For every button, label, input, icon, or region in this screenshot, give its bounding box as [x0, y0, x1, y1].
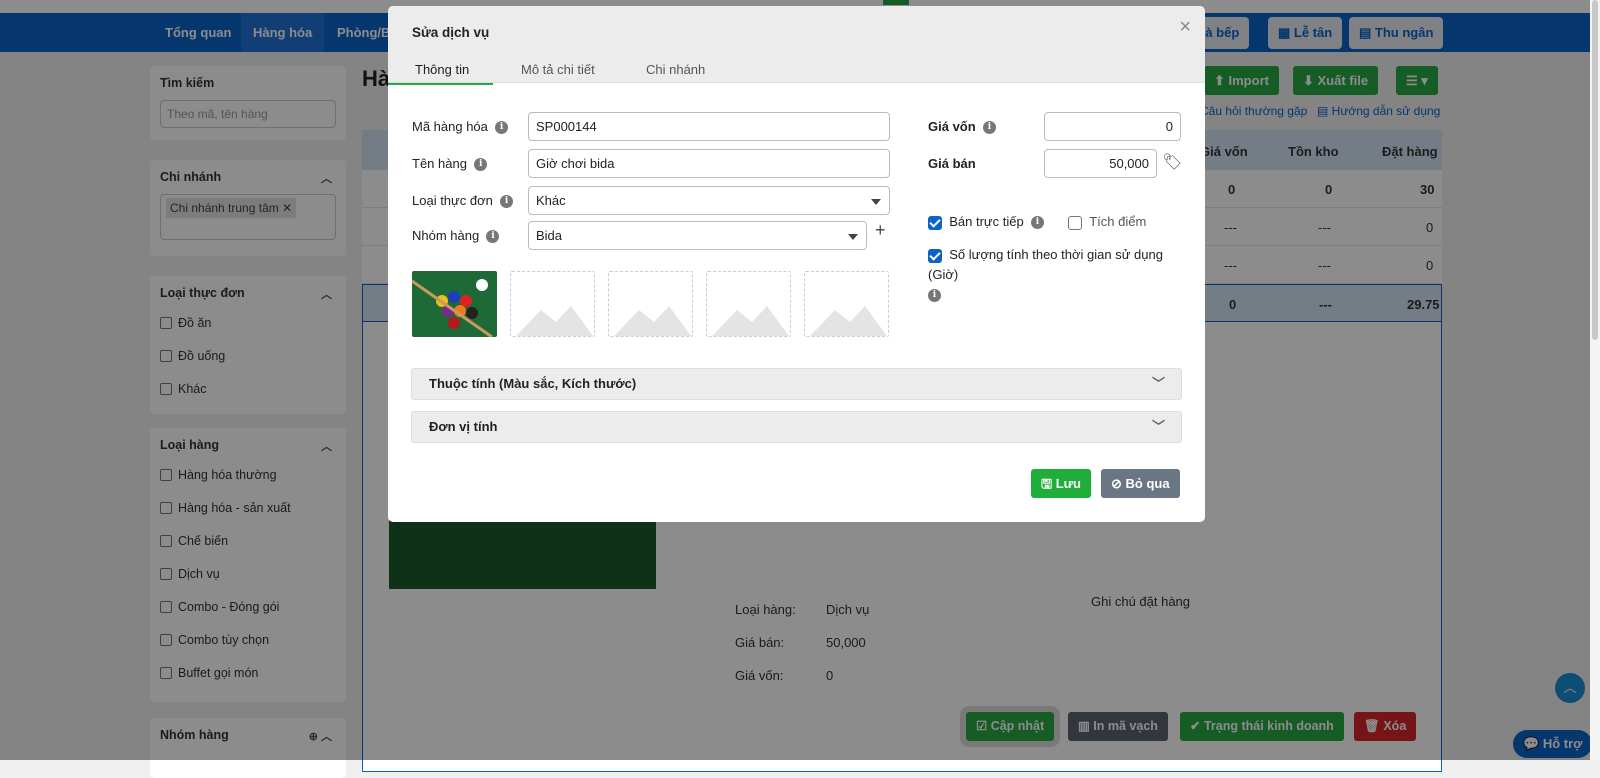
image-placeholder[interactable] [706, 271, 791, 337]
caret-down-icon [871, 199, 881, 205]
tab-info[interactable]: Thông tin [415, 62, 470, 85]
info-icon[interactable]: i [495, 121, 509, 135]
image-placeholder[interactable] [608, 271, 693, 337]
menu-type-label-text: Loại thực đơn [412, 193, 493, 208]
price-label: Giá bán [928, 156, 976, 171]
tab-branch[interactable]: Chi nhánh [646, 62, 705, 83]
save-icon: 🖫 [1041, 476, 1056, 491]
group-label: Nhóm hàng i [412, 228, 500, 244]
time-qty-label: Số lượng tính theo thời gian sử dụng (Gi… [928, 247, 1163, 282]
info-icon[interactable]: i [500, 195, 514, 209]
menu-type-select[interactable]: Khác [528, 186, 890, 215]
edit-service-dialog: Sửa dịch vụ × Thông tin Mô tả chi tiết C… [388, 6, 1205, 522]
add-group-icon[interactable]: + [875, 220, 886, 241]
image-placeholder[interactable] [510, 271, 595, 337]
mountain-icon [712, 306, 789, 336]
info-icon[interactable]: i [1030, 216, 1044, 230]
unit-title: Đơn vị tính [429, 419, 498, 434]
price-tag-icon[interactable]: 🏷 [1162, 152, 1182, 172]
checkbox-checked[interactable] [928, 215, 942, 230]
points-check[interactable]: Tích điểm [1068, 214, 1146, 230]
save-button[interactable]: 🖫 Lưu [1031, 469, 1091, 498]
save-label: Lưu [1055, 476, 1081, 491]
cost-input[interactable]: 0 [1044, 112, 1181, 141]
name-label: Tên hàng i [412, 156, 488, 172]
mountain-icon [614, 306, 691, 336]
cost-label-text: Giá vốn [928, 119, 976, 134]
image-placeholder[interactable] [804, 271, 889, 337]
service-image[interactable] [412, 271, 497, 337]
cost-label: Giá vốn i [928, 119, 996, 135]
time-qty-check[interactable]: Số lượng tính theo thời gian sử dụng (Gi… [928, 245, 1188, 305]
chevron-down-icon: ﹀ [1151, 376, 1165, 391]
name-label-text: Tên hàng [412, 156, 467, 171]
unit-section[interactable]: Đơn vị tính ﹀ [411, 411, 1182, 443]
direct-sale-check[interactable]: Bán trực tiếp i [928, 214, 1044, 230]
group-label-text: Nhóm hàng [412, 228, 480, 243]
chevron-down-icon: ﹀ [1151, 419, 1165, 434]
info-icon[interactable]: i [486, 230, 500, 244]
mountain-icon [516, 306, 593, 336]
mountain-icon [810, 306, 887, 336]
dialog-title: Sửa dịch vụ [412, 25, 490, 40]
group-value: Bida [536, 228, 563, 243]
code-input[interactable]: SP000144 [528, 112, 890, 141]
cancel-icon: ⊘ [1111, 476, 1126, 491]
cancel-button[interactable]: ⊘ Bỏ qua [1101, 469, 1180, 498]
scrollbar-thumb[interactable] [1592, 0, 1598, 340]
tab-underline [388, 83, 493, 85]
checkbox-checked[interactable] [928, 248, 942, 263]
cancel-label: Bỏ qua [1125, 476, 1170, 491]
points-label: Tích điểm [1089, 214, 1147, 229]
code-label-text: Mã hàng hóa [412, 119, 488, 134]
close-icon[interactable]: × [1179, 16, 1191, 39]
dialog-header: Sửa dịch vụ × Thông tin Mô tả chi tiết C… [388, 6, 1205, 85]
attributes-title: Thuộc tính (Màu sắc, Kích thước) [429, 376, 637, 391]
info-icon[interactable]: i [982, 121, 996, 135]
scrollbar[interactable] [1590, 0, 1600, 760]
caret-down-icon [848, 234, 858, 240]
price-input[interactable]: 50,000 [1044, 149, 1157, 178]
checkbox[interactable] [1068, 215, 1082, 230]
group-select[interactable]: Bida [528, 221, 867, 250]
code-label: Mã hàng hóa i [412, 119, 509, 135]
info-icon[interactable]: i [928, 289, 941, 303]
billiard-balls-icon [412, 279, 493, 337]
menu-type-label: Loại thực đơn i [412, 193, 514, 209]
direct-sale-label: Bán trực tiếp [949, 214, 1024, 229]
name-input[interactable]: Giờ chơi bida [528, 149, 890, 178]
menu-type-value: Khác [536, 193, 566, 208]
tab-description[interactable]: Mô tả chi tiết [521, 62, 595, 83]
attributes-section[interactable]: Thuộc tính (Màu sắc, Kích thước) ﹀ [411, 368, 1182, 400]
info-icon[interactable]: i [474, 158, 488, 172]
